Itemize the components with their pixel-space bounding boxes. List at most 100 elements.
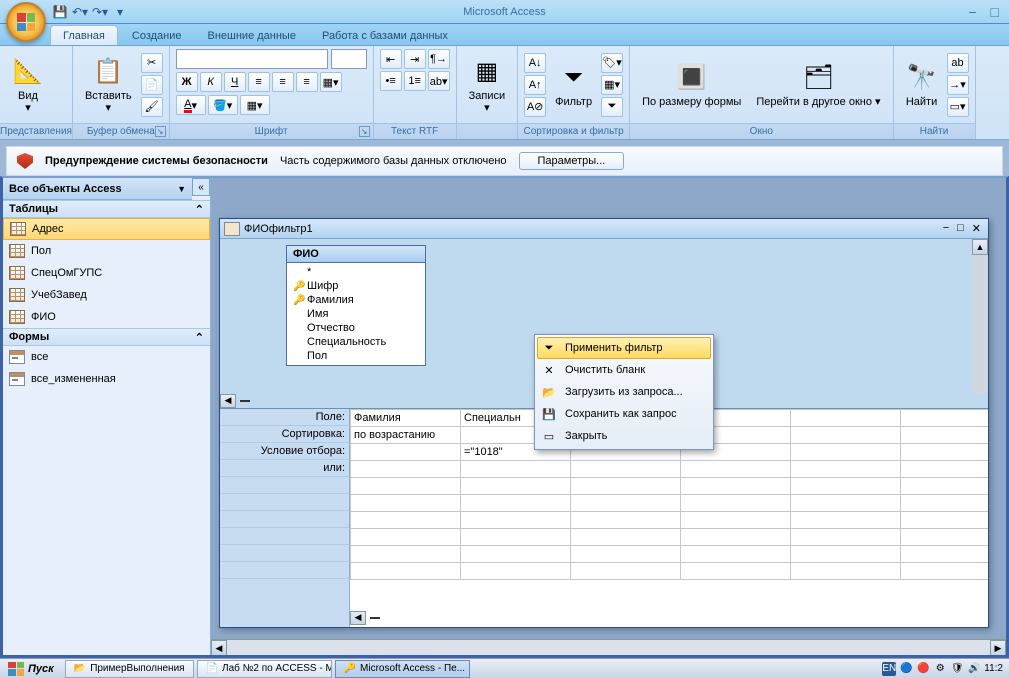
nav-collapse-button[interactable]: « bbox=[192, 178, 210, 196]
field-item[interactable]: 🔑Шифр bbox=[287, 279, 425, 293]
selection-filter-button[interactable]: 🏷▾ bbox=[601, 53, 623, 73]
nav-table-item[interactable]: СпецОмГУПС bbox=[3, 262, 210, 284]
view-icon: 📐 bbox=[12, 56, 44, 88]
field-item[interactable]: 🔑Фамилия bbox=[287, 293, 425, 307]
replace-button[interactable]: ab bbox=[947, 53, 969, 73]
tray-icon[interactable]: 🔊 bbox=[967, 662, 981, 676]
table-box-fio[interactable]: ФИО * 🔑Шифр🔑ФамилияИмяОтчествоСпециально… bbox=[286, 245, 426, 366]
sort-desc-button[interactable]: A↑ bbox=[524, 75, 546, 95]
taskbar-button[interactable]: 📄Лаб №2 по ACCESS - Mi... bbox=[197, 660, 332, 678]
switch-window-button[interactable]: 🗂 Перейти в другое окно ▾ bbox=[750, 60, 886, 110]
increase-indent-button[interactable]: ⇥ bbox=[404, 49, 426, 69]
find-button[interactable]: 🔭 Найти bbox=[900, 60, 944, 110]
filter-form-icon bbox=[224, 222, 240, 236]
tray-icon[interactable]: ⚙ bbox=[933, 662, 947, 676]
nav-header[interactable]: Все объекты Access▼ bbox=[3, 178, 192, 200]
tab-external-data[interactable]: Внешние данные bbox=[196, 26, 308, 45]
sort-asc-button[interactable]: A↓ bbox=[524, 53, 546, 73]
field-item[interactable]: Пол bbox=[287, 349, 425, 363]
filter-button[interactable]: ⏷ Фильтр bbox=[549, 60, 598, 110]
subwin-maximize[interactable]: □ bbox=[954, 222, 967, 235]
cut-icon[interactable]: ✂ bbox=[141, 53, 163, 73]
bold-button[interactable]: Ж bbox=[176, 72, 198, 92]
font-launcher[interactable]: ↘ bbox=[359, 126, 370, 137]
advanced-filter-button[interactable]: ▦▾ bbox=[601, 75, 623, 95]
fill-color-button[interactable]: 🪣▾ bbox=[208, 95, 238, 115]
nav-form-item[interactable]: все bbox=[3, 346, 210, 368]
toggle-filter-button[interactable]: ⏷ bbox=[601, 97, 623, 117]
nav-table-item[interactable]: Адрес bbox=[3, 218, 210, 240]
view-button[interactable]: 📐 Вид▾ bbox=[6, 54, 50, 116]
ctx-clear-grid[interactable]: ✕ Очистить бланк bbox=[537, 359, 711, 381]
italic-button[interactable]: К bbox=[200, 72, 222, 92]
field-item[interactable]: Отчество bbox=[287, 321, 425, 335]
clipboard-launcher[interactable]: ↘ bbox=[155, 126, 166, 137]
ribbon: 📐 Вид▾ Представления 📋 Вставить▾ ✂ 📄 🖌 Б… bbox=[0, 46, 1009, 140]
highlight-button[interactable]: ab▾ bbox=[428, 71, 450, 91]
tab-database-tools[interactable]: Работа с базами данных bbox=[310, 26, 460, 45]
clock[interactable]: 11:2 bbox=[984, 663, 1003, 674]
field-star[interactable]: * bbox=[287, 265, 425, 279]
copy-icon[interactable]: 📄 bbox=[141, 75, 163, 95]
redo-icon[interactable]: ↷▾ bbox=[92, 4, 108, 20]
save-icon[interactable]: 💾 bbox=[52, 4, 68, 20]
format-painter-icon[interactable]: 🖌 bbox=[141, 97, 163, 117]
lang-indicator[interactable]: EN bbox=[882, 662, 896, 676]
security-message: Часть содержимого базы данных отключено bbox=[280, 155, 507, 167]
fit-form-button[interactable]: 🔳 По размеру формы bbox=[636, 60, 747, 110]
restore-button[interactable]: □ bbox=[987, 4, 1003, 20]
subwin-minimize[interactable]: − bbox=[940, 222, 952, 235]
clear-sort-button[interactable]: A⊘ bbox=[524, 97, 546, 117]
nav-form-item[interactable]: все_измененная bbox=[3, 368, 210, 390]
grid-hscroll-left[interactable]: ◀ bbox=[350, 611, 366, 625]
tab-create[interactable]: Создание bbox=[120, 26, 194, 45]
subwin-close[interactable]: ✕ bbox=[969, 222, 984, 235]
ltr-button[interactable]: ¶→ bbox=[428, 49, 450, 69]
nav-section-tables[interactable]: Таблицы⌃ bbox=[3, 200, 210, 218]
funnel-icon: ⏷ bbox=[558, 62, 590, 94]
ctx-load-from-query[interactable]: 📂 Загрузить из запроса... bbox=[537, 381, 711, 403]
font-name-input[interactable] bbox=[176, 49, 328, 69]
tab-home[interactable]: Главная bbox=[50, 25, 118, 45]
align-center-button[interactable]: ≡ bbox=[272, 72, 294, 92]
nav-table-item[interactable]: ФИО bbox=[3, 306, 210, 328]
select-button[interactable]: ▭▾ bbox=[947, 97, 969, 117]
workspace-hscroll[interactable]: ◀▶ bbox=[211, 639, 1006, 655]
minimize-button[interactable]: − bbox=[964, 4, 980, 20]
field-item[interactable]: Имя bbox=[287, 307, 425, 321]
paste-button[interactable]: 📋 Вставить▾ bbox=[79, 54, 138, 116]
nav-table-item[interactable]: Пол bbox=[3, 240, 210, 262]
taskbar-button[interactable]: 📂ПримерВыполнения bbox=[65, 660, 194, 678]
numbering-button[interactable]: 1≡ bbox=[404, 71, 426, 91]
align-right-button[interactable]: ≡ bbox=[296, 72, 318, 92]
font-color-button[interactable]: A▾ bbox=[176, 95, 206, 115]
nav-section-forms[interactable]: Формы⌃ bbox=[3, 328, 210, 346]
start-button[interactable]: Пуск bbox=[0, 662, 62, 676]
field-item[interactable]: Специальность bbox=[287, 335, 425, 349]
gridlines-button[interactable]: ▦▾ bbox=[320, 72, 342, 92]
qat-customize-icon[interactable]: ▾ bbox=[112, 4, 128, 20]
taskbar-button[interactable]: 🔑Microsoft Access - Пе... bbox=[335, 660, 470, 678]
tray-icon[interactable]: 🛡 bbox=[950, 662, 964, 676]
ctx-apply-filter[interactable]: ⏷ Применить фильтр bbox=[537, 337, 711, 359]
underline-button[interactable]: Ч bbox=[224, 72, 246, 92]
ctx-save-as-query[interactable]: 💾 Сохранить как запрос bbox=[537, 403, 711, 425]
diagram-hscroll-left[interactable]: ◀ bbox=[220, 394, 236, 408]
font-size-input[interactable] bbox=[331, 49, 367, 69]
records-button[interactable]: ▦ Записи▾ bbox=[463, 54, 512, 116]
undo-icon[interactable]: ↶▾ bbox=[72, 4, 88, 20]
nav-table-item[interactable]: УчебЗавед bbox=[3, 284, 210, 306]
bullets-button[interactable]: •≡ bbox=[380, 71, 402, 91]
diagram-vscroll[interactable]: ▲ bbox=[972, 239, 988, 394]
subwin-titlebar[interactable]: ФИОфильтр1 − □ ✕ bbox=[220, 219, 988, 239]
ctx-close[interactable]: ▭ Закрыть bbox=[537, 425, 711, 447]
security-warning-bar: Предупреждение системы безопасности Част… bbox=[6, 146, 1003, 176]
security-options-button[interactable]: Параметры... bbox=[519, 152, 625, 170]
tray-icon[interactable]: 🔵 bbox=[899, 662, 913, 676]
tray-icon[interactable]: 🔴 bbox=[916, 662, 930, 676]
decrease-indent-button[interactable]: ⇤ bbox=[380, 49, 402, 69]
goto-button[interactable]: →▾ bbox=[947, 75, 969, 95]
alternate-fill-button[interactable]: ▦▾ bbox=[240, 95, 270, 115]
office-button[interactable] bbox=[6, 2, 46, 42]
align-left-button[interactable]: ≡ bbox=[248, 72, 270, 92]
